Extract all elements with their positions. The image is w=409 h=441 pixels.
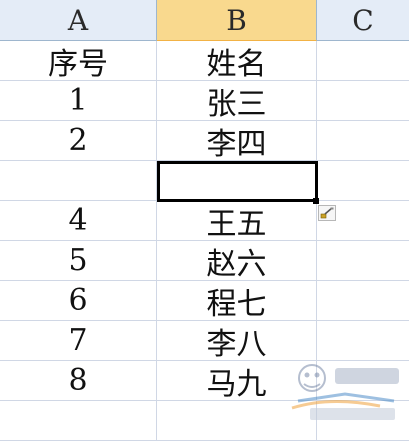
cell-c6[interactable] xyxy=(317,241,409,281)
cell-c1[interactable] xyxy=(317,41,409,81)
cell-b3[interactable]: 李四 xyxy=(157,121,317,162)
cell-c8[interactable] xyxy=(317,321,409,361)
cell-a4[interactable] xyxy=(0,161,157,201)
cell-c2[interactable] xyxy=(317,81,409,121)
cell-c4[interactable] xyxy=(317,161,409,201)
cell-a7[interactable]: 6 xyxy=(0,281,157,321)
cell-b9[interactable]: 马九 xyxy=(157,361,317,402)
active-cell-selection[interactable] xyxy=(157,161,318,202)
paintbrush-icon xyxy=(320,207,334,219)
paste-options-button[interactable] xyxy=(318,205,336,221)
cell-b10[interactable] xyxy=(157,401,317,441)
cell-b8[interactable]: 李八 xyxy=(157,321,317,362)
cell-a6[interactable]: 5 xyxy=(0,241,157,281)
cell-a10[interactable] xyxy=(0,401,157,441)
cell-a9[interactable]: 8 xyxy=(0,361,157,401)
cell-c9[interactable] xyxy=(317,361,409,401)
cell-c10[interactable] xyxy=(317,401,409,441)
cell-a3[interactable]: 2 xyxy=(0,121,157,161)
cell-a1[interactable]: 序号 xyxy=(0,41,157,82)
column-header-b[interactable]: B xyxy=(157,0,317,41)
cell-b6[interactable]: 赵六 xyxy=(157,241,317,282)
cell-a2[interactable]: 1 xyxy=(0,81,157,121)
cell-b2[interactable]: 张三 xyxy=(157,81,317,122)
cell-b5[interactable]: 王五 xyxy=(157,201,317,242)
cell-b7[interactable]: 程七 xyxy=(157,281,317,322)
cell-a8[interactable]: 7 xyxy=(0,321,157,361)
column-header-a[interactable]: A xyxy=(0,0,157,41)
cell-b1[interactable]: 姓名 xyxy=(157,41,317,82)
cell-c7[interactable] xyxy=(317,281,409,321)
column-header-c[interactable]: C xyxy=(317,0,409,41)
cell-a5[interactable]: 4 xyxy=(0,201,157,241)
cell-c3[interactable] xyxy=(317,121,409,161)
fill-handle[interactable] xyxy=(313,198,319,204)
